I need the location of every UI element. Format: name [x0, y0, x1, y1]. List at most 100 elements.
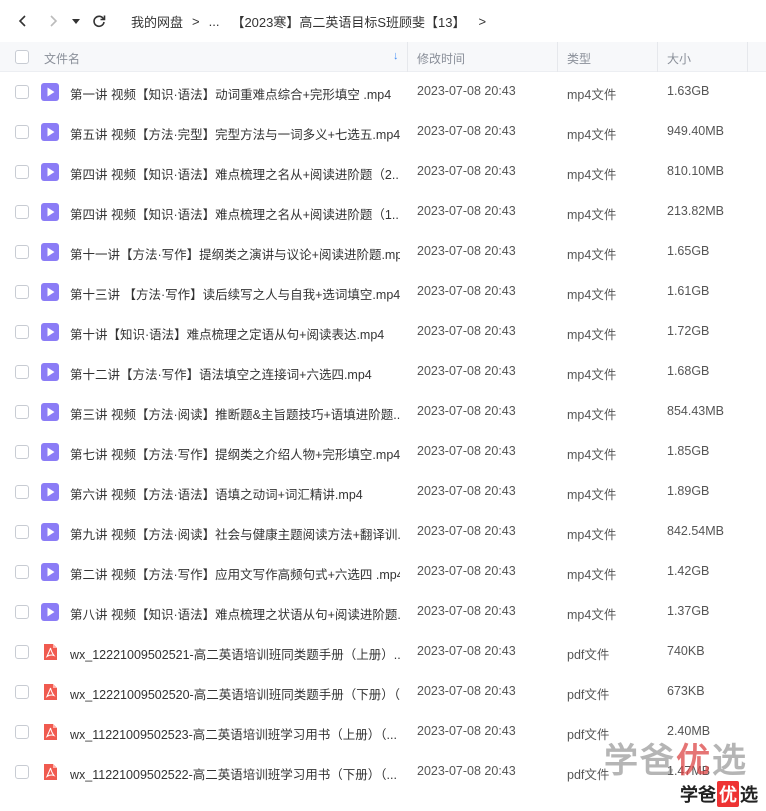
row-checkbox[interactable] — [15, 325, 29, 339]
row-checkbox[interactable] — [15, 405, 29, 419]
file-row[interactable]: wx_12221009502520-高二英语培训班同类题手册（下册）（... 20… — [0, 672, 766, 712]
row-checkbox[interactable] — [15, 205, 29, 219]
row-checkbox[interactable] — [15, 125, 29, 139]
file-type: mp4文件 — [567, 488, 617, 502]
history-dropdown-button[interactable] — [68, 0, 84, 42]
video-file-icon — [41, 443, 59, 461]
file-type: mp4文件 — [567, 568, 617, 582]
file-row[interactable]: 第七讲 视频【方法·写作】提纲类之介绍人物+完形填空.mp4 2023-07-08… — [0, 432, 766, 472]
row-checkbox[interactable] — [15, 525, 29, 539]
file-name[interactable]: 第十三讲 【方法·写作】读后续写之人与自我+选词填空.mp4 — [70, 284, 400, 303]
file-modified-time: 2023-07-08 20:43 — [417, 324, 516, 338]
row-checkbox[interactable] — [15, 85, 29, 99]
file-row[interactable]: 第六讲 视频【方法·语法】语填之动词+词汇精讲.mp4 2023-07-08 20… — [0, 472, 766, 512]
file-row[interactable]: wx_12221009502521-高二英语培训班同类题手册（上册）... 202… — [0, 632, 766, 672]
row-checkbox[interactable] — [15, 285, 29, 299]
watermark-large: 学 爸 优 选 — [604, 733, 748, 782]
file-row[interactable]: 第三讲 视频【方法·阅读】推断题&主旨题技巧+语填进阶题.... 2023-07-… — [0, 392, 766, 432]
pdf-file-icon — [41, 723, 59, 741]
file-name[interactable]: 第四讲 视频【知识·语法】难点梳理之名从+阅读进阶题（2... — [70, 164, 400, 183]
file-list: 第一讲 视频【知识·语法】动词重难点综合+完形填空 .mp4 2023-07-08… — [0, 72, 766, 792]
column-header-size[interactable]: 大小 — [667, 50, 691, 67]
file-size: 1.42GB — [667, 564, 710, 578]
column-divider[interactable] — [407, 42, 408, 72]
row-checkbox[interactable] — [15, 165, 29, 179]
file-name[interactable]: 第十讲【知识·语法】难点梳理之定语从句+阅读表达.mp4 — [70, 324, 400, 343]
refresh-button[interactable] — [84, 0, 114, 42]
file-name[interactable]: wx_12221009502520-高二英语培训班同类题手册（下册）（... — [70, 684, 400, 703]
file-type: mp4文件 — [567, 328, 617, 342]
file-name[interactable]: wx_11221009502523-高二英语培训班学习用书（上册）（... — [70, 724, 400, 743]
column-header-modified[interactable]: 修改时间 — [417, 50, 465, 67]
column-header-name[interactable]: 文件名 — [44, 50, 80, 67]
breadcrumb-expand-icon[interactable]: > — [473, 14, 493, 29]
row-checkbox[interactable] — [15, 725, 29, 739]
file-name[interactable]: 第一讲 视频【知识·语法】动词重难点综合+完形填空 .mp4 — [70, 84, 400, 103]
video-file-icon — [41, 363, 59, 381]
video-file-icon — [41, 283, 59, 301]
file-row[interactable]: 第十一讲【方法·写作】提纲类之演讲与议论+阅读进阶题.mp4 2023-07-08… — [0, 232, 766, 272]
file-size: 740KB — [667, 644, 705, 658]
toolbar: 我的网盘 > ... 【2023寒】高二英语目标S班顾斐【13】 > — [0, 0, 766, 42]
file-row[interactable]: 第八讲 视频【知识·语法】难点梳理之状语从句+阅读进阶题.... 2023-07-… — [0, 592, 766, 632]
file-type: mp4文件 — [567, 248, 617, 262]
file-name[interactable]: 第四讲 视频【知识·语法】难点梳理之名从+阅读进阶题（1... — [70, 204, 400, 223]
file-row[interactable]: 第十讲【知识·语法】难点梳理之定语从句+阅读表达.mp4 2023-07-08 2… — [0, 312, 766, 352]
row-checkbox[interactable] — [15, 645, 29, 659]
column-divider[interactable] — [657, 42, 658, 72]
column-divider[interactable] — [557, 42, 558, 72]
row-checkbox[interactable] — [15, 445, 29, 459]
row-checkbox[interactable] — [15, 245, 29, 259]
file-name[interactable]: wx_12221009502521-高二英语培训班同类题手册（上册）... — [70, 644, 400, 663]
file-size: 1.65GB — [667, 244, 710, 258]
select-all-checkbox[interactable] — [15, 50, 29, 64]
file-name[interactable]: 第十二讲【方法·写作】语法填空之连接词+六选四.mp4 — [70, 364, 400, 383]
breadcrumb-ellipsis[interactable]: ... — [206, 14, 223, 29]
file-name[interactable]: 第九讲 视频【方法·阅读】社会与健康主题阅读方法+翻译训... — [70, 524, 400, 543]
file-size: 842.54MB — [667, 524, 724, 538]
file-name[interactable]: wx_11221009502522-高二英语培训班学习用书（下册）（... — [70, 764, 400, 783]
file-name[interactable]: 第十一讲【方法·写作】提纲类之演讲与议论+阅读进阶题.mp4 — [70, 244, 400, 263]
back-button[interactable] — [8, 0, 38, 42]
file-name[interactable]: 第三讲 视频【方法·阅读】推断题&主旨题技巧+语填进阶题.... — [70, 404, 400, 423]
file-size: 854.43MB — [667, 404, 724, 418]
column-divider[interactable] — [747, 42, 748, 72]
breadcrumb-root[interactable]: 我的网盘 — [128, 12, 186, 31]
file-modified-time: 2023-07-08 20:43 — [417, 284, 516, 298]
file-row[interactable]: 第九讲 视频【方法·阅读】社会与健康主题阅读方法+翻译训... 2023-07-0… — [0, 512, 766, 552]
breadcrumb-current: 【2023寒】高二英语目标S班顾斐【13】 — [231, 14, 466, 30]
file-size: 1.63GB — [667, 84, 710, 98]
file-modified-time: 2023-07-08 20:43 — [417, 764, 516, 778]
file-size: 1.89GB — [667, 484, 710, 498]
file-row[interactable]: 第四讲 视频【知识·语法】难点梳理之名从+阅读进阶题（1... 2023-07-0… — [0, 192, 766, 232]
file-row[interactable]: 第五讲 视频【方法·完型】完型方法与一词多义+七选五.mp4 2023-07-08… — [0, 112, 766, 152]
row-checkbox[interactable] — [15, 365, 29, 379]
forward-button[interactable] — [38, 0, 68, 42]
file-size: 213.82MB — [667, 204, 724, 218]
file-name[interactable]: 第六讲 视频【方法·语法】语填之动词+词汇精讲.mp4 — [70, 484, 400, 503]
file-row[interactable]: 第四讲 视频【知识·语法】难点梳理之名从+阅读进阶题（2... 2023-07-0… — [0, 152, 766, 192]
file-name[interactable]: 第五讲 视频【方法·完型】完型方法与一词多义+七选五.mp4 — [70, 124, 400, 143]
row-checkbox[interactable] — [15, 605, 29, 619]
file-row[interactable]: 第一讲 视频【知识·语法】动词重难点综合+完形填空 .mp4 2023-07-08… — [0, 72, 766, 112]
file-row[interactable]: 第十二讲【方法·写作】语法填空之连接词+六选四.mp4 2023-07-08 20… — [0, 352, 766, 392]
file-row[interactable]: 第十三讲 【方法·写作】读后续写之人与自我+选词填空.mp4 2023-07-08… — [0, 272, 766, 312]
file-modified-time: 2023-07-08 20:43 — [417, 204, 516, 218]
row-checkbox[interactable] — [15, 685, 29, 699]
watermark-char: 学 — [604, 742, 640, 780]
video-file-icon — [41, 243, 59, 261]
file-type: pdf文件 — [567, 648, 610, 662]
file-name[interactable]: 第八讲 视频【知识·语法】难点梳理之状语从句+阅读进阶题.... — [70, 604, 400, 623]
watermark-char: 优 — [717, 781, 739, 807]
file-modified-time: 2023-07-08 20:43 — [417, 724, 516, 738]
sort-arrow-down-icon[interactable]: ↓ — [393, 50, 399, 62]
file-name[interactable]: 第七讲 视频【方法·写作】提纲类之介绍人物+完形填空.mp4 — [70, 444, 400, 463]
watermark-char: 选 — [740, 785, 758, 805]
file-row[interactable]: 第二讲 视频【方法·写作】应用文写作高频句式+六选四 .mp4 2023-07-0… — [0, 552, 766, 592]
row-checkbox[interactable] — [15, 765, 29, 779]
watermark-small: 学 爸 优 选 — [680, 781, 758, 807]
file-name[interactable]: 第二讲 视频【方法·写作】应用文写作高频句式+六选四 .mp4 — [70, 564, 400, 583]
row-checkbox[interactable] — [15, 485, 29, 499]
row-checkbox[interactable] — [15, 565, 29, 579]
column-header-type[interactable]: 类型 — [567, 50, 591, 67]
